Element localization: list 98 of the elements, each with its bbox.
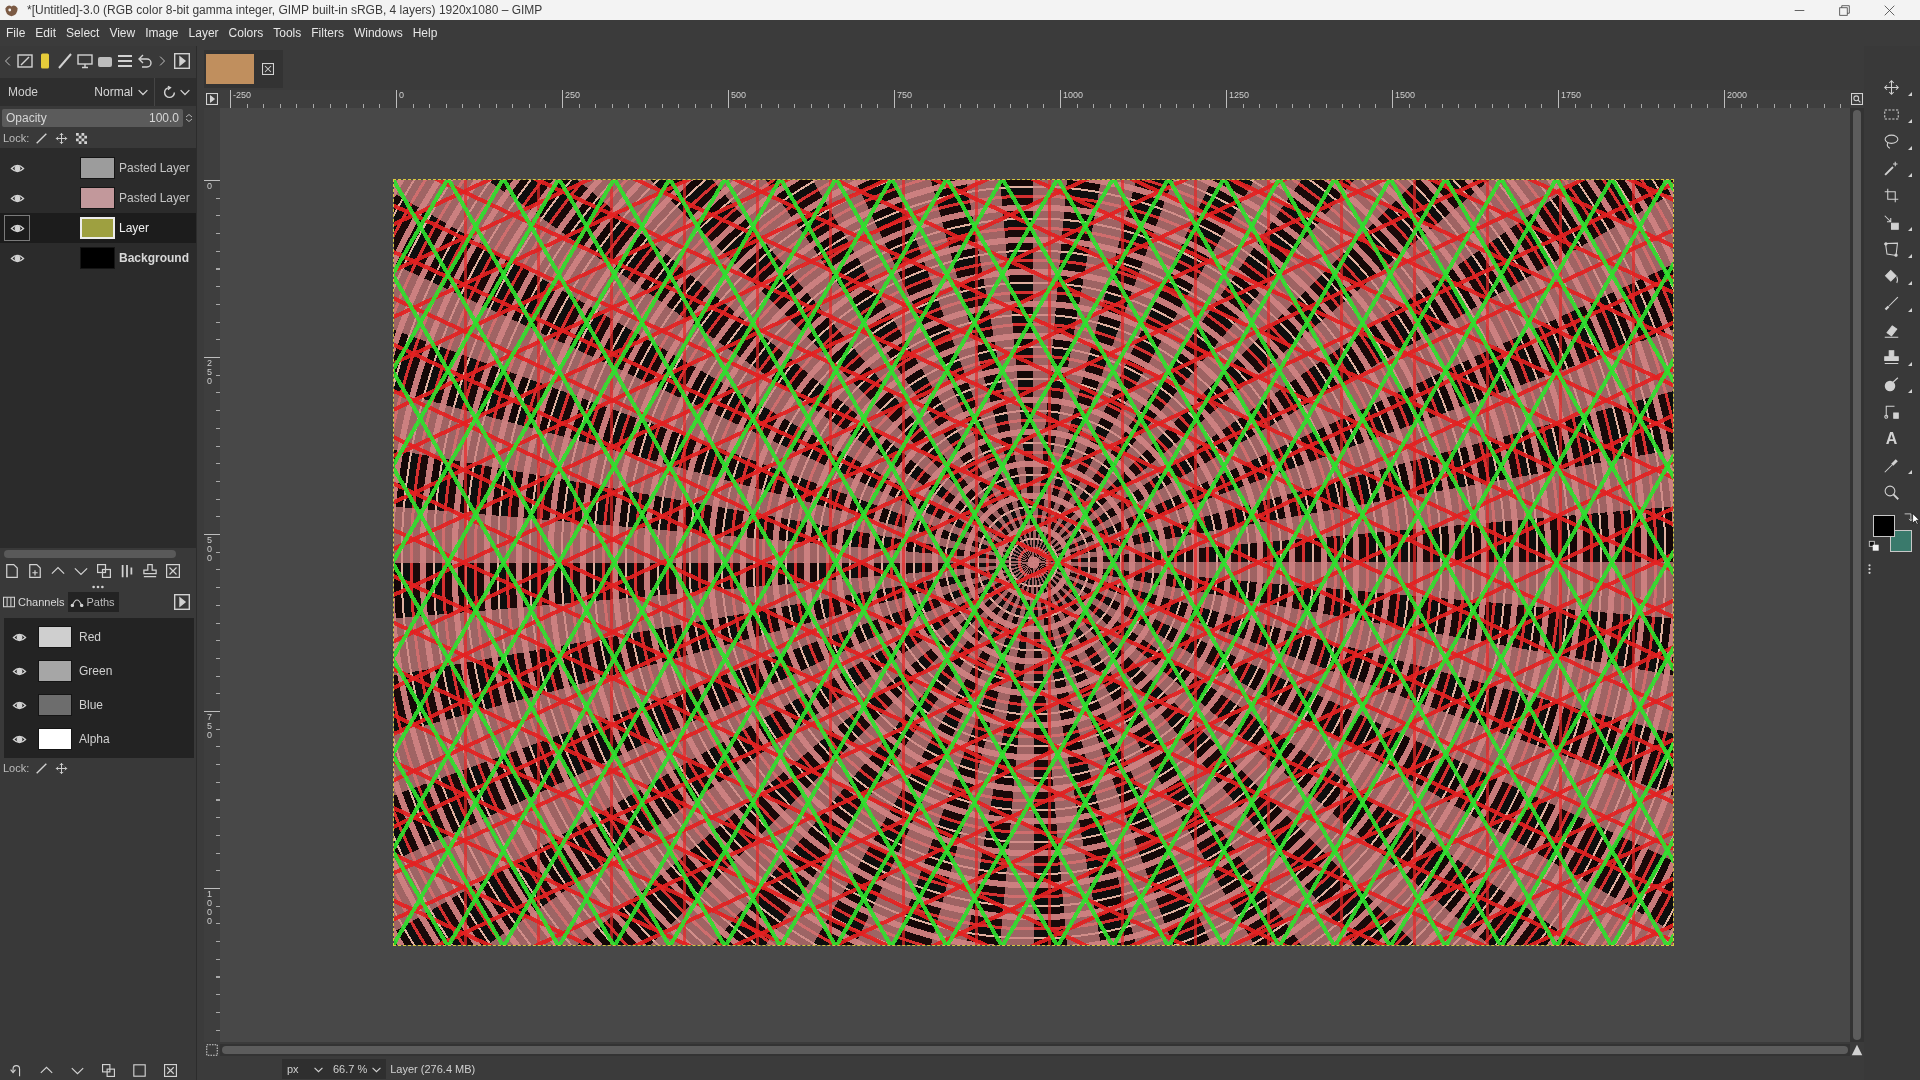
triangle-up-icon[interactable] <box>1851 1044 1863 1056</box>
opacity-slider[interactable]: Opacity 100.0 <box>2 109 183 127</box>
visibility-toggle[interactable] <box>4 215 30 241</box>
menu-item[interactable]: Layer <box>183 23 224 43</box>
monitor-icon[interactable] <box>77 53 93 69</box>
menu-item[interactable]: Image <box>140 23 184 43</box>
foreground-color-swatch[interactable] <box>1873 515 1895 537</box>
eraser-icon[interactable] <box>1884 323 1899 338</box>
columns-icon <box>3 596 15 608</box>
background-color-swatch[interactable] <box>1890 530 1912 552</box>
close-icon[interactable] <box>1884 4 1895 16</box>
dashed-rectangle-icon[interactable] <box>1884 107 1899 122</box>
zoom-icon[interactable] <box>1884 485 1899 500</box>
lock-label: Lock: <box>3 762 30 774</box>
mode-dropdown[interactable]: Normal <box>88 81 154 103</box>
undo-icon[interactable] <box>137 53 153 69</box>
bucket-icon[interactable] <box>1884 269 1899 284</box>
checkerboard-icon[interactable] <box>76 132 88 144</box>
stamp-icon[interactable] <box>1884 350 1899 365</box>
layer-row[interactable]: Background <box>0 243 196 273</box>
brush-icon[interactable] <box>57 53 73 69</box>
opacity-value: 100.0 <box>148 111 179 125</box>
quadrilateral-icon[interactable] <box>1884 242 1899 257</box>
curl-arrow-icon[interactable] <box>9 1064 22 1077</box>
channel-name: Alpha <box>79 732 110 746</box>
list-icon[interactable] <box>117 53 133 69</box>
paintbrush-icon[interactable] <box>1884 296 1899 311</box>
dock-menu-icon[interactable] <box>174 594 190 610</box>
zoom-dropdown[interactable]: 66.7 % <box>328 1059 387 1079</box>
cycle-icon[interactable] <box>163 85 176 99</box>
square-icon[interactable] <box>133 1064 146 1077</box>
menu-item[interactable]: Select <box>61 23 105 43</box>
pencil-icon[interactable] <box>36 132 48 144</box>
menu-item[interactable]: File <box>1 23 31 43</box>
drag-handle-icon[interactable] <box>91 585 105 589</box>
copy-icon[interactable] <box>102 1064 115 1077</box>
lasso-icon[interactable] <box>1884 134 1899 149</box>
curve-icon <box>71 596 84 608</box>
drag-handle-icon[interactable] <box>1868 562 1871 576</box>
menu-item[interactable]: Help <box>407 23 443 43</box>
default-colors-icon[interactable] <box>1869 541 1879 551</box>
menu-item[interactable]: Filters <box>306 23 349 43</box>
dock-menu-icon[interactable] <box>174 53 190 69</box>
stamp-icon[interactable] <box>143 564 157 578</box>
menu-item[interactable]: Tools <box>268 23 307 43</box>
opacity-label: Opacity <box>6 111 47 125</box>
wand-icon[interactable] <box>1884 161 1899 176</box>
mouse-pointer-icon <box>1912 512 1920 526</box>
layer-name: Pasted Layer <box>119 191 190 205</box>
restore-icon[interactable] <box>1839 4 1850 16</box>
layer-name: Pasted Layer <box>119 161 190 175</box>
panel-tab[interactable]: Channels <box>0 592 69 612</box>
zoom-fit-icon[interactable] <box>1851 93 1863 105</box>
status-message: Layer (276.4 MB) <box>390 1063 476 1075</box>
channel-name: Red <box>79 630 101 644</box>
page-plus-icon[interactable] <box>28 564 42 578</box>
path-nodes-icon[interactable] <box>1884 404 1899 419</box>
triangle-right-icon[interactable] <box>206 93 218 105</box>
layer-name: Layer <box>119 221 150 235</box>
channel-name: Blue <box>79 698 104 712</box>
window-title: *[Untitled]-3.0 (RGB color 8-bit gamma integer, GIMP built-in sRGB, 4 layers) 1920x1080 – GIMP <box>27 3 544 17</box>
pencil-icon[interactable] <box>36 762 48 774</box>
menu-item[interactable]: Colors <box>223 23 269 43</box>
image-thumbnail <box>206 54 254 84</box>
blob-icon[interactable] <box>1884 377 1899 392</box>
dashed-square-icon[interactable] <box>206 1044 218 1056</box>
crop-icon[interactable] <box>1884 188 1899 203</box>
layer-name: Background <box>119 251 189 265</box>
panel-tab[interactable]: Paths <box>68 592 119 612</box>
layer-row[interactable]: Pasted Layer <box>0 183 196 213</box>
scroll-thumb[interactable] <box>4 550 176 558</box>
bars-icon[interactable] <box>120 564 134 578</box>
frame-pencil-icon[interactable] <box>17 53 33 69</box>
menu-item[interactable]: Edit <box>30 23 62 43</box>
delete-icon[interactable] <box>166 564 180 578</box>
chevron-down-icon <box>138 87 148 97</box>
layer-row[interactable]: Pasted Layer <box>0 153 196 183</box>
channel-name: Green <box>79 664 113 678</box>
copy-icon[interactable] <box>97 564 111 578</box>
menu-item[interactable]: View <box>104 23 141 43</box>
arrow-box-icon[interactable] <box>1884 215 1899 230</box>
unit-dropdown[interactable]: px <box>282 1059 328 1079</box>
lock-label: Lock: <box>3 132 30 144</box>
move-arrows-icon[interactable] <box>56 762 68 774</box>
layer-row[interactable]: Layer <box>0 213 196 243</box>
delete-icon[interactable] <box>164 1064 177 1077</box>
move-arrows-icon[interactable] <box>1884 80 1899 95</box>
swap-arrow-icon[interactable] <box>1904 512 1914 522</box>
move-arrows-icon[interactable] <box>56 132 68 144</box>
eyedropper-icon[interactable] <box>1884 458 1899 473</box>
app-icon <box>4 3 19 17</box>
text-tool-button[interactable]: A <box>1884 429 1899 448</box>
mode-label: Mode <box>8 85 39 99</box>
menu-item[interactable]: Windows <box>348 23 408 43</box>
spin-arrows-icon[interactable] <box>185 111 193 125</box>
page-icon[interactable] <box>5 564 19 578</box>
chevron-down-icon[interactable] <box>180 87 190 97</box>
image-tab[interactable] <box>204 50 283 88</box>
